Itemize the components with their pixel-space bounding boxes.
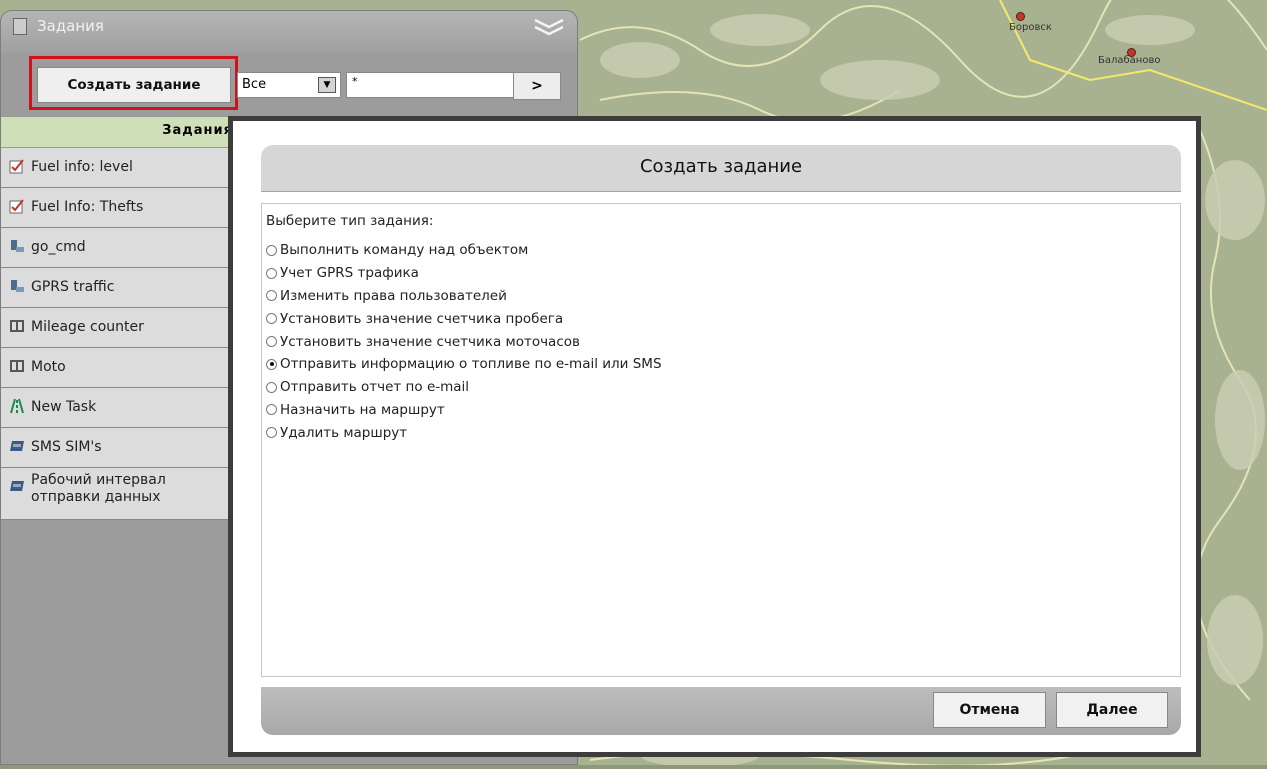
create-task-button[interactable]: Создать задание <box>37 67 231 103</box>
task-type-option-label: Изменить права пользователей <box>280 287 507 304</box>
town-label: Балабаново <box>1098 55 1161 66</box>
list-item[interactable]: SMS SIM's <box>1 428 233 468</box>
dialog-body: Выберите тип задания: Выполнить команду … <box>261 203 1181 677</box>
cancel-button[interactable]: Отмена <box>933 692 1046 728</box>
route-icon <box>10 398 24 414</box>
collapse-icon[interactable] <box>533 17 565 37</box>
radio-button[interactable] <box>266 381 277 393</box>
task-list: Fuel info: level Fuel Info: Thefts go_cm… <box>1 148 233 520</box>
task-type-option[interactable]: Изменить права пользователей <box>266 285 662 308</box>
radio-button[interactable] <box>266 313 277 325</box>
chevron-down-icon[interactable]: ▼ <box>318 77 336 93</box>
next-button[interactable]: Далее <box>1056 692 1168 728</box>
task-type-option-label: Выполнить команду над объектом <box>280 242 529 259</box>
task-type-prompt: Выберите тип задания: <box>266 213 434 229</box>
sim-icon <box>10 441 24 451</box>
list-item[interactable]: New Task <box>1 388 233 428</box>
command-icon <box>11 280 24 292</box>
counter-icon <box>10 320 24 332</box>
dialog-header: Создать задание <box>261 145 1181 192</box>
radio-button[interactable] <box>266 404 277 416</box>
radio-button[interactable] <box>266 290 277 302</box>
command-icon <box>11 240 24 252</box>
task-type-option[interactable]: Учет GPRS трафика <box>266 262 662 285</box>
town-label: Боровск <box>1009 22 1052 33</box>
filter-input[interactable]: * <box>346 72 514 98</box>
panel-header: Задания <box>1 11 577 53</box>
radio-button[interactable] <box>266 358 277 370</box>
radio-button[interactable] <box>266 244 277 256</box>
task-type-option[interactable]: Выполнить команду над объектом <box>266 239 662 262</box>
list-item-label: GPRS traffic <box>31 279 115 295</box>
task-type-option[interactable]: Установить значение счетчика пробега <box>266 307 662 330</box>
clipboard-icon <box>13 18 27 35</box>
apply-filter-button[interactable]: > <box>513 72 561 100</box>
list-item[interactable]: Рабочий интервал отправки данных <box>1 468 233 520</box>
task-type-option-label: Удалить маршрут <box>280 424 408 441</box>
task-type-option[interactable]: Назначить на маршрут <box>266 399 662 422</box>
list-item[interactable]: Moto <box>1 348 233 388</box>
dialog-title: Создать задание <box>639 156 803 177</box>
list-item[interactable]: GPRS traffic <box>1 268 233 308</box>
sim-icon <box>10 481 24 491</box>
task-type-option-label: Установить значение счетчика пробега <box>280 310 564 327</box>
filter-select-value: Все <box>242 77 267 92</box>
list-column-header-label: Задания <box>162 123 233 138</box>
list-item-label: Fuel Info: Thefts <box>31 199 144 215</box>
task-type-options: Выполнить команду над объектом Учет GPRS… <box>266 239 662 444</box>
task-type-option[interactable]: Отправить информацию о топливе по e-mail… <box>266 353 662 376</box>
task-type-option-label: Установить значение счетчика моточасов <box>280 333 580 350</box>
fuel-report-icon <box>9 199 24 214</box>
list-item-label: Mileage counter <box>31 319 144 335</box>
list-item[interactable]: Fuel Info: Thefts <box>1 188 233 228</box>
task-type-option[interactable]: Удалить маршрут <box>266 421 662 444</box>
list-item[interactable]: Fuel info: level <box>1 148 233 188</box>
task-type-option[interactable]: Установить значение счетчика моточасов <box>266 330 662 353</box>
list-item-label: Fuel info: level <box>31 159 133 175</box>
counter-icon <box>10 360 24 372</box>
radio-button[interactable] <box>266 336 277 348</box>
list-item-label: Рабочий интервал отправки данных <box>31 472 166 505</box>
town-marker <box>1016 12 1025 21</box>
dialog-footer: Отмена Далее <box>261 687 1181 735</box>
task-type-option[interactable]: Отправить отчет по e-mail <box>266 376 662 399</box>
list-item-label: go_cmd <box>31 239 86 255</box>
panel-title: Задания <box>37 17 104 35</box>
radio-button[interactable] <box>266 427 277 439</box>
list-item[interactable]: Mileage counter <box>1 308 233 348</box>
task-type-option-label: Учет GPRS трафика <box>280 265 419 282</box>
list-item-label: SMS SIM's <box>31 439 102 455</box>
create-task-dialog: Создать задание Выберите тип задания: Вы… <box>228 116 1201 757</box>
task-type-option-label: Отправить отчет по e-mail <box>280 379 470 396</box>
list-item[interactable]: go_cmd <box>1 228 233 268</box>
fuel-report-icon <box>9 159 24 174</box>
list-item-label: Moto <box>31 359 66 375</box>
list-item-label: New Task <box>31 399 97 415</box>
task-type-option-label: Назначить на маршрут <box>280 401 445 418</box>
radio-button[interactable] <box>266 267 277 279</box>
filter-select[interactable]: Все ▼ <box>237 72 341 98</box>
task-type-option-label: Отправить информацию о топливе по e-mail… <box>280 356 662 373</box>
